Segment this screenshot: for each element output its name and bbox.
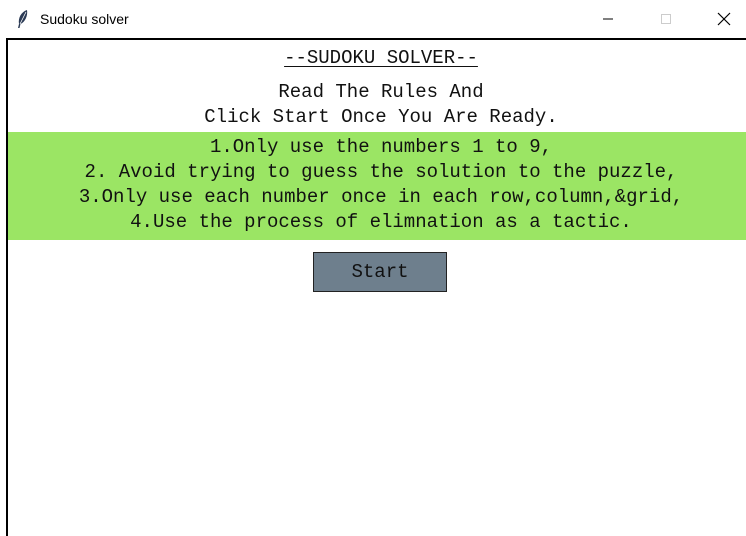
close-icon	[717, 12, 731, 26]
start-button[interactable]: Start	[313, 252, 447, 292]
minimize-icon	[603, 18, 613, 20]
rule-item-1: 1.Only use the numbers 1 to 9,	[209, 136, 553, 158]
rules-panel: 1.Only use the numbers 1 to 9, 2. Avoid …	[8, 132, 746, 240]
minimize-button[interactable]	[585, 0, 631, 38]
app-window: Sudoku solver --SUDOKU SOLVER-- Read The…	[0, 0, 746, 536]
main-panel: --SUDOKU SOLVER-- Read The Rules And Cli…	[6, 38, 746, 536]
window-title: Sudoku solver	[40, 11, 129, 27]
rule-item-2: 2. Avoid trying to guess the solution to…	[84, 161, 678, 183]
intro-text: Read The Rules And Click Start Once You …	[8, 80, 746, 130]
maximize-button[interactable]	[643, 0, 689, 38]
intro-line-1: Read The Rules And	[278, 81, 484, 103]
page-title: --SUDOKU SOLVER--	[8, 48, 746, 68]
feather-icon	[18, 10, 28, 28]
rule-item-3: 3.Only use each number once in each row,…	[78, 186, 684, 208]
close-button[interactable]	[701, 0, 746, 38]
rule-item-4: 4.Use the process of elimnation as a tac…	[130, 211, 632, 233]
intro-line-2: Click Start Once You Are Ready.	[204, 106, 558, 128]
title-bar[interactable]: Sudoku solver	[0, 0, 746, 38]
maximize-icon	[661, 14, 671, 24]
page-title-text: --SUDOKU SOLVER--	[284, 47, 478, 69]
